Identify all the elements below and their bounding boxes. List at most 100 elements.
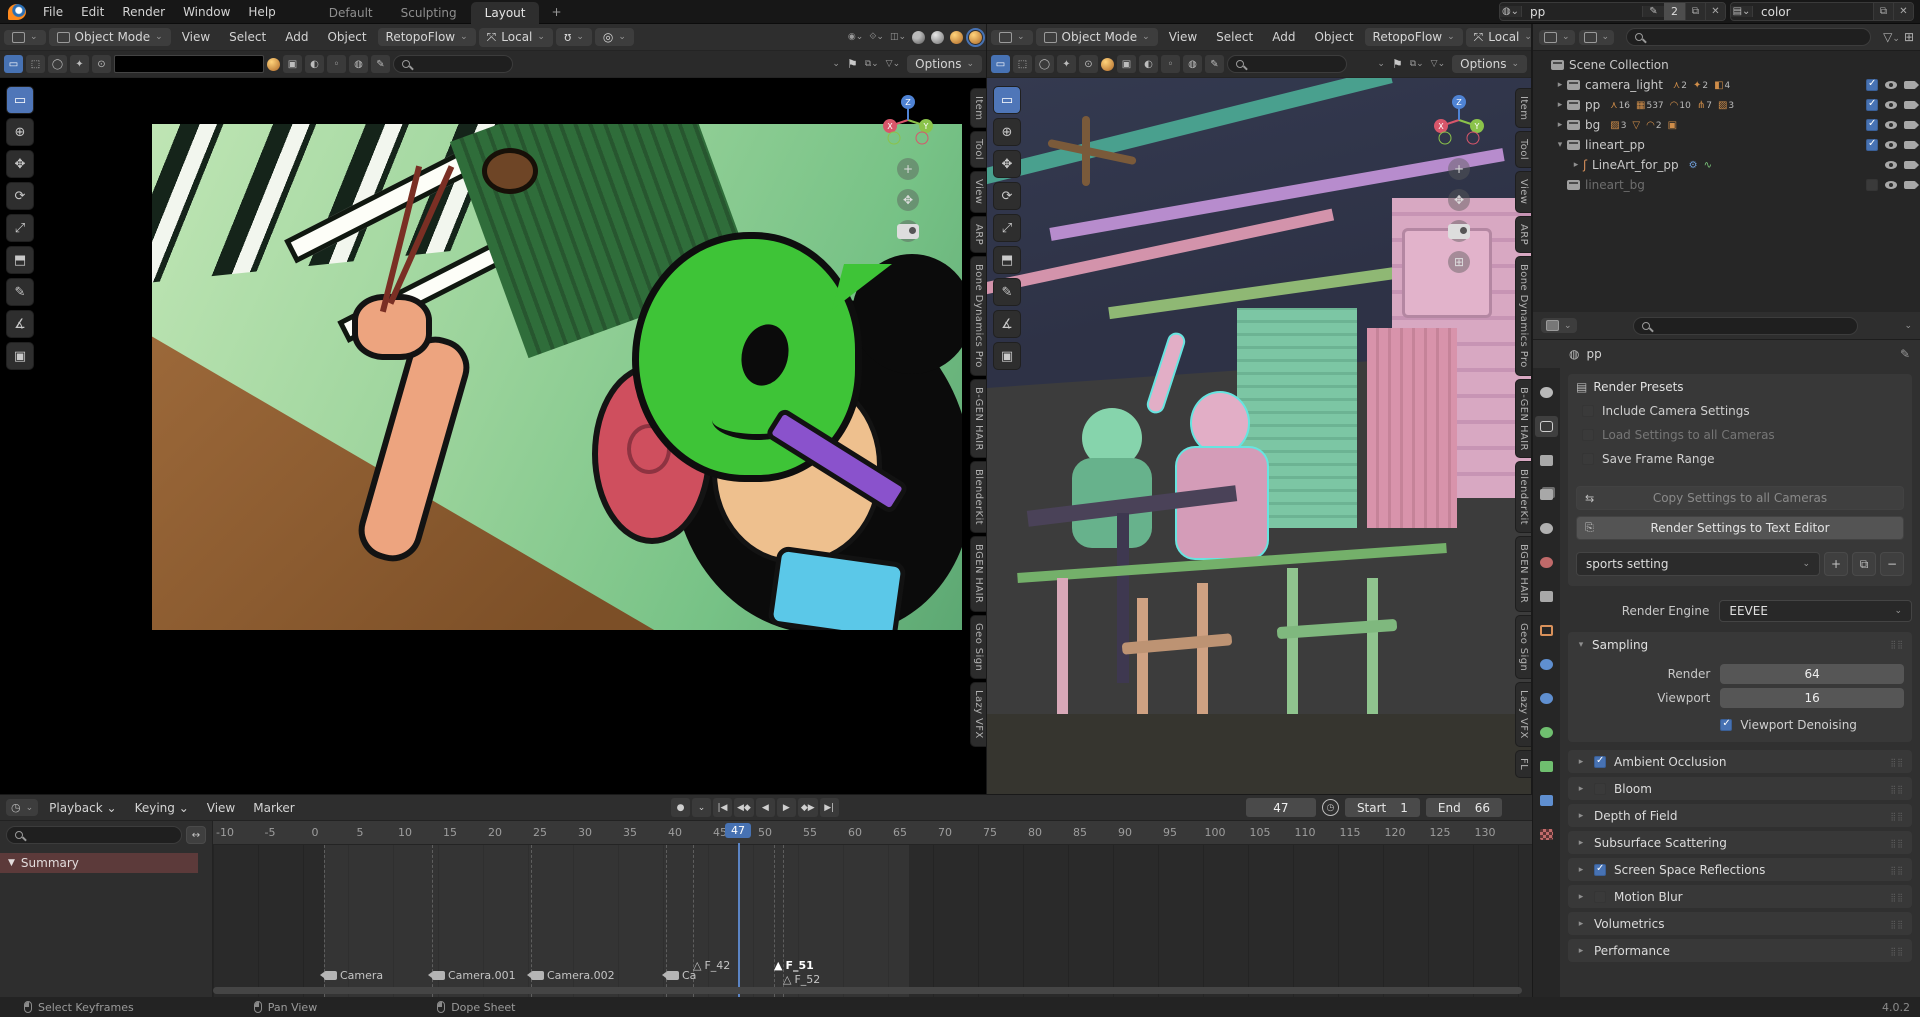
expander-icon[interactable]: ▾ [1553,140,1567,150]
ntab-lazy-vfx[interactable]: Lazy VFX [970,682,986,747]
next-keyframe-button[interactable]: ◆▶ [798,798,818,817]
new-collection-button[interactable]: ⊞ [1904,30,1914,44]
workspace-tab-sculpting[interactable]: Sculpting [387,2,471,24]
ntab-bgen-hair[interactable]: BGEN HAIR [970,536,986,611]
blender-logo-icon[interactable] [8,4,26,20]
properties-tab-constraints[interactable] [1535,688,1558,709]
new-view-layer-button[interactable]: ⧉ [1873,3,1893,20]
section-depth-of-field[interactable]: ▸Depth of Field⣿⣿ [1568,804,1912,827]
properties-tab-tool[interactable] [1535,382,1558,403]
brush-color-swatch[interactable] [114,55,264,73]
menu-file[interactable]: File [34,2,72,22]
select-mode-lasso[interactable]: ✦ [70,55,89,73]
eye-icon[interactable] [1885,101,1897,109]
properties-tab-render[interactable] [1535,416,1558,437]
timeline-menu-view[interactable]: View [199,799,243,817]
timeline-marker-f_42[interactable]: △F_42 [693,959,730,972]
view-layer-name[interactable]: color [1753,5,1873,19]
properties-search[interactable] [1633,317,1859,335]
ntab-view[interactable]: View [970,171,986,212]
preset-dropdown[interactable]: sports setting⌄ [1576,552,1820,576]
orientation-dropdown[interactable]: ⤧Local⌄ [479,28,553,47]
properties-tab-texture[interactable] [1535,824,1558,845]
sampling-value-slider[interactable]: 64 [1720,664,1904,684]
menu-edit[interactable]: Edit [72,2,113,22]
viewport-right[interactable]: ⌄Object Mode⌄ViewSelectAddObjectRetopoFl… [987,24,1532,794]
ntab-arp[interactable]: ARP [970,216,986,253]
outliner-row[interactable]: ▸pp⋏16▦537◠10⋔7▨3 [1533,95,1920,115]
current-frame-field[interactable]: 47 [1246,798,1316,817]
editor-type-button[interactable]: ⌄ [991,30,1033,45]
timeline-marker-ca[interactable]: Ca [666,969,696,982]
zoom-icon[interactable]: + [1448,158,1470,180]
exclude-checkbox[interactable] [1866,139,1878,151]
render-visibility-icon[interactable] [1904,161,1916,169]
retopoflow-dropdown[interactable]: RetopoFlow⌄ [378,28,476,46]
tool-add-cube[interactable]: ▣ [993,342,1021,370]
menu-window[interactable]: Window [174,2,239,22]
retopoflow-dropdown[interactable]: RetopoFlow⌄ [1365,28,1463,46]
expander-icon[interactable]: ▸ [1553,80,1567,90]
section-performance[interactable]: ▸Performance⣿⣿ [1568,939,1912,962]
shading-solid-button[interactable] [931,31,944,44]
timeline-menu-marker[interactable]: Marker [245,799,302,817]
properties-tab-bone-constraint[interactable] [1535,790,1558,811]
viewport-menu-view[interactable]: View [1161,28,1205,46]
bookmark-icon[interactable]: ⚑ [847,57,858,71]
record-options-button[interactable]: ⌄ [692,798,711,817]
expander-icon[interactable]: ▸ [1553,120,1567,130]
exclude-checkbox[interactable] [1866,79,1878,91]
duplicate-preset-button[interactable]: ⧉ [1852,552,1876,576]
hand-icon[interactable]: ✥ [1448,189,1470,211]
jump-end-button[interactable]: ▶| [820,798,839,817]
tool-annotate[interactable]: ✎ [993,278,1021,306]
expander-icon[interactable]: ▸ [1553,100,1567,110]
channel-search[interactable] [6,826,182,844]
tool-move[interactable]: ✥ [6,150,34,178]
tool-add-cube[interactable]: ▣ [6,342,34,370]
ntab-bone-dynamics-pro[interactable]: Bone Dynamics Pro [1515,256,1531,376]
expander-icon[interactable]: ▸ [1569,160,1583,170]
panel-grip[interactable]: ⣿⣿ [1890,640,1904,649]
checkbox[interactable] [1582,429,1594,441]
viewport-menu-select[interactable]: Select [221,28,274,46]
select-mode-circle[interactable]: ◯ [1035,55,1054,73]
properties-tab-object[interactable] [1535,620,1558,641]
visibility-dropdown[interactable]: ◉⌄ [848,32,863,42]
ntab-tool[interactable]: Tool [970,131,986,168]
expand-icon[interactable]: ▼ [8,858,15,868]
sampling-header[interactable]: ▾Sampling⣿⣿ [1576,638,1904,652]
properties-tab-collection[interactable] [1535,586,1558,607]
tool-scale[interactable]: ⤢ [993,214,1021,242]
grid-ortho-icon[interactable]: ⊞ [1448,251,1470,273]
options-dropdown[interactable]: Options⌄ [907,55,982,73]
editor-type-button[interactable]: ⌄ [4,30,46,45]
tool-measure[interactable]: ∡ [6,310,34,338]
section-ambient-occlusion[interactable]: ▸Ambient Occlusion⣿⣿ [1568,750,1912,773]
expand-channels-button[interactable]: ↔ [186,826,206,844]
outliner-row[interactable]: ▸ʃLineArt_for_pp⚙∿ [1533,155,1920,175]
remove-preset-button[interactable]: − [1880,552,1904,576]
tool-search[interactable] [393,55,513,73]
timeline-ruler[interactable]: -10-505101520253035404550556065707580859… [213,821,1532,845]
ntab-b-gen-hair[interactable]: B-GEN HAIR [1515,379,1531,459]
tool-select-box[interactable]: ▭ [993,86,1021,114]
tool-rotate[interactable]: ⟳ [6,182,34,210]
ntab-item[interactable]: Item [1515,88,1531,128]
tool-annotate[interactable]: ✎ [6,278,34,306]
ntab-tool[interactable]: Tool [1515,131,1531,168]
pin-icon[interactable]: ✎ [1900,347,1910,361]
timeline-marker-f_51[interactable]: ▲F_51 [774,959,814,972]
shading-wireframe-button[interactable] [912,31,925,44]
select-mode-box[interactable]: ⬚ [1013,55,1032,73]
falloff-button[interactable]: ◐ [1139,55,1158,73]
workspace-tab-layout[interactable]: Layout [471,2,540,24]
filter-funnel-dropdown[interactable]: ▽⌄ [1431,59,1445,69]
blend-button[interactable]: ◦ [327,55,346,73]
scene-users-badge[interactable]: 2 [1664,3,1685,20]
viewport-menu-object[interactable]: Object [1306,28,1361,46]
eye-icon[interactable] [1885,141,1897,149]
filter-funnel-icon[interactable]: ▽⌄ [1883,30,1900,44]
render-visibility-icon[interactable] [1904,121,1916,129]
properties-tab-view-layer[interactable] [1535,484,1558,505]
